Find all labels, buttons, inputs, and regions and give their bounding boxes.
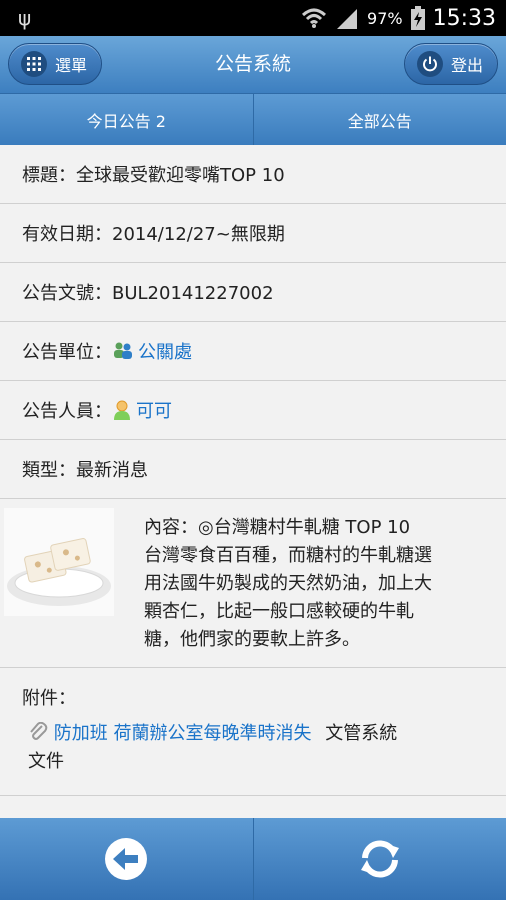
attachment-type: 文件: [28, 751, 64, 772]
content-line: 顆杏仁，比起一般口感較硬的牛軋: [144, 601, 414, 622]
battery-icon: [410, 6, 425, 30]
battery-percent: 97%: [367, 8, 403, 28]
content-text: 內容：◎台灣糖村牛軋糖 TOP 10 台灣零食百百種，而糖村的牛軋糖選 用法國牛…: [144, 514, 494, 654]
paperclip-icon: [30, 721, 48, 740]
group-icon: [114, 342, 132, 359]
refresh-button[interactable]: [252, 818, 506, 900]
content-line: 台灣零食百百種，而糖村的牛軋糖選: [144, 545, 432, 566]
unit-label: 公告單位：: [22, 342, 112, 363]
app-header: 選單 公告系統 登出: [0, 36, 506, 94]
tab-bar: 今日公告 2 全部公告: [0, 94, 506, 145]
usb-icon: ψ: [18, 6, 32, 30]
tab-today[interactable]: 今日公告 2: [0, 94, 253, 145]
content-line: 內容：◎台灣糖村牛軋糖 TOP 10: [144, 517, 411, 538]
clock: 15:33: [432, 5, 496, 31]
attachment-source: 文管系統: [325, 723, 398, 744]
content-line: 糖，他們家的要軟上許多。: [144, 629, 360, 650]
type-row: 類型：最新消息: [0, 440, 506, 499]
attachment-label: 附件：: [22, 688, 76, 709]
content-thumbnail: [4, 508, 114, 616]
refresh-icon: [360, 840, 399, 878]
person-label: 公告人員：: [22, 401, 112, 422]
bottom-bar: [0, 818, 506, 900]
signal-icon: [337, 9, 358, 29]
unit-row: 公告單位： 公關處: [0, 322, 506, 381]
back-button[interactable]: [0, 818, 253, 900]
attachment-section: 附件： 防加班 荷蘭辦公室每晚準時消失 文管系統 文件: [0, 668, 506, 796]
unit-link[interactable]: 公關處: [138, 338, 192, 364]
attachment-line: 防加班 荷蘭辦公室每晚準時消失 文管系統 文件: [28, 720, 488, 776]
attachment-link[interactable]: 防加班 荷蘭辦公室每晚準時消失: [54, 723, 312, 744]
tab-all[interactable]: 全部公告: [252, 94, 506, 145]
wifi-icon: [302, 8, 327, 28]
content-block: 內容：◎台灣糖村牛軋糖 TOP 10 台灣零食百百種，而糖村的牛軋糖選 用法國牛…: [0, 500, 506, 668]
valid-date-row: 有效日期：2014/12/27~無限期: [0, 204, 506, 263]
person-row: 公告人員： 可可: [0, 381, 506, 440]
content-line: 用法國牛奶製成的天然奶油，加上大: [144, 573, 432, 594]
person-icon: [114, 400, 130, 420]
power-icon: [417, 51, 443, 77]
detail-list: 標題：全球最受歡迎零嘴TOP 10 有效日期：2014/12/27~無限期 公告…: [0, 145, 506, 499]
doc-number-row: 公告文號：BUL20141227002: [0, 263, 506, 322]
logout-button[interactable]: 登出: [404, 43, 498, 85]
title-row: 標題：全球最受歡迎零嘴TOP 10: [0, 145, 506, 204]
logout-label: 登出: [451, 56, 484, 75]
person-link[interactable]: 可可: [136, 397, 172, 423]
back-arrow-icon: [105, 838, 148, 880]
status-bar: ψ 97% 15:33: [0, 0, 506, 36]
